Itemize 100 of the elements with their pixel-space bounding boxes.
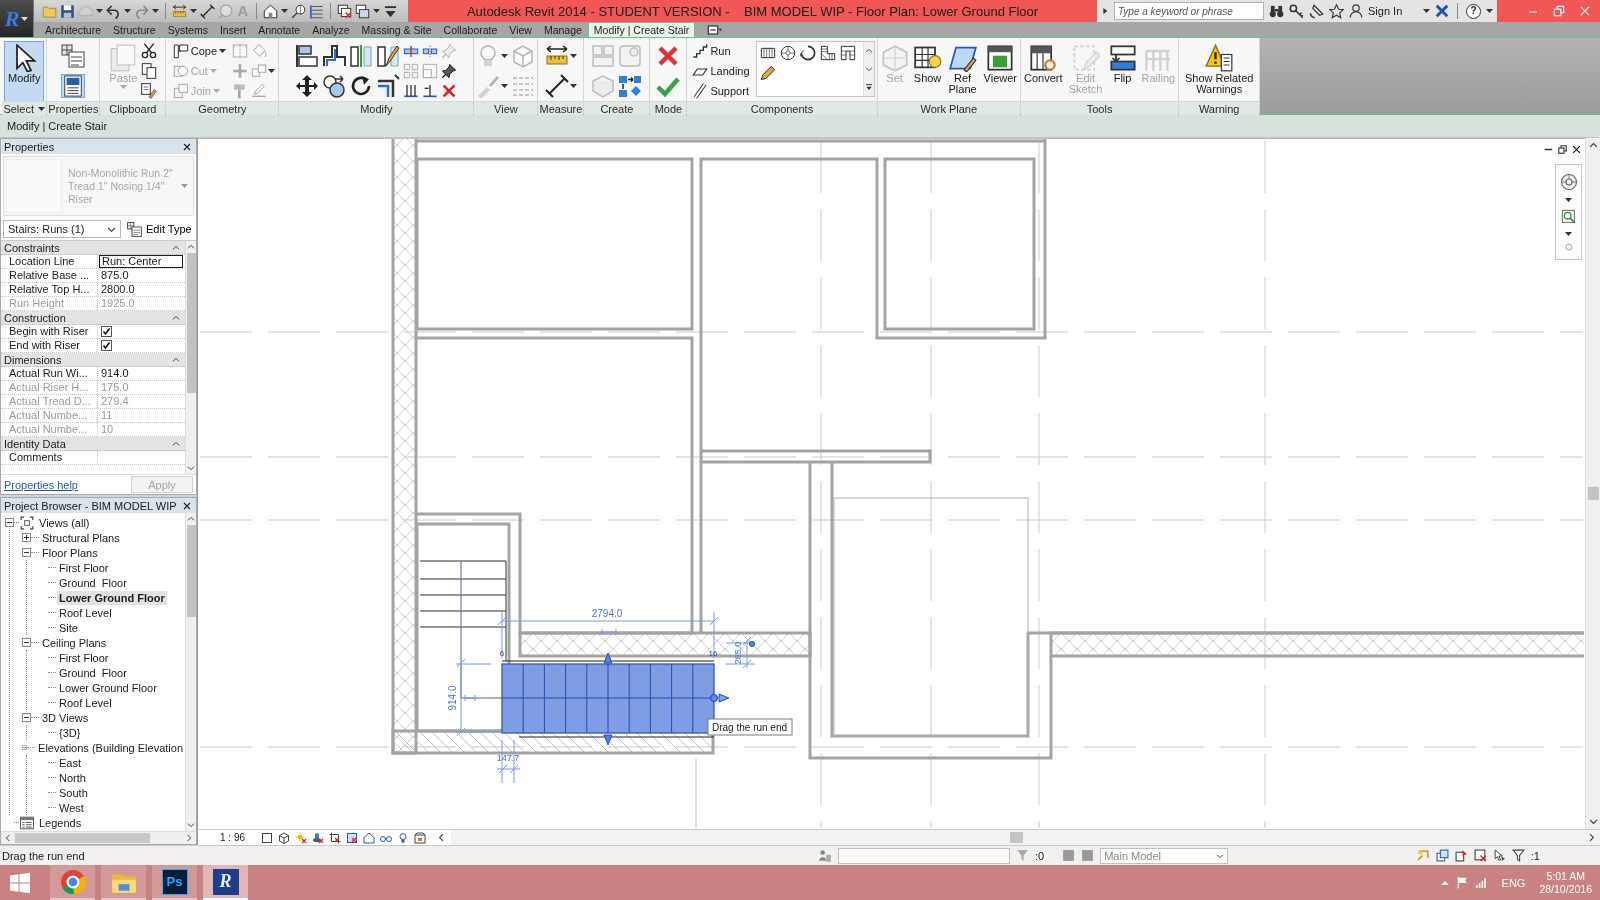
element-filter-dropdown[interactable]: Stairs: Runs (1) [3, 220, 121, 238]
tree-item[interactable]: Ground Floor [57, 665, 129, 680]
crate-icon[interactable] [414, 831, 426, 844]
square-x-icon[interactable] [1473, 849, 1487, 862]
flag-icon[interactable] [1455, 876, 1469, 889]
close-icon[interactable] [183, 142, 191, 151]
caret-icon[interactable] [373, 9, 380, 13]
flag-square-icon[interactable] [1454, 849, 1468, 862]
pencil-icon[interactable] [759, 65, 776, 81]
collapse-toggle-icon[interactable] [5, 518, 14, 527]
tree-item[interactable]: West [57, 800, 86, 815]
expand-toggle-icon[interactable] [22, 533, 31, 542]
scroll-down-icon[interactable] [187, 464, 195, 472]
tree-item[interactable]: First Floor [57, 560, 111, 575]
link-arrow-icon[interactable] [1416, 849, 1430, 862]
tree-item[interactable]: Ceiling Plans [40, 635, 109, 650]
tree-item[interactable]: Structural Plans [40, 530, 122, 545]
straight-stair-icon[interactable] [759, 45, 776, 61]
collapse-icon[interactable] [172, 439, 180, 448]
tree-item[interactable]: Lower Ground Floor [57, 590, 167, 605]
crop-region-icon[interactable] [346, 831, 358, 844]
horizontal-scrollbar[interactable] [451, 830, 1600, 845]
key-icon[interactable] [1289, 3, 1304, 19]
scroll-right-icon[interactable] [1587, 833, 1596, 842]
zoom-icon[interactable] [1560, 208, 1577, 225]
ribbon-tab[interactable]: View [503, 22, 538, 37]
vertical-scrollbar[interactable] [185, 513, 196, 831]
windows-x-icon[interactable] [337, 3, 352, 19]
taskbar-button[interactable]: R [203, 865, 248, 900]
scroll-down-icon[interactable] [1588, 817, 1598, 826]
caret-icon[interactable] [268, 69, 276, 73]
crop-icon[interactable] [329, 831, 341, 844]
ribbon-tab[interactable]: Analyze [306, 22, 356, 37]
vertical-scrollbar[interactable] [185, 241, 196, 474]
ribbon-tab[interactable]: Architecture [39, 22, 108, 37]
taskbar-button[interactable] [50, 865, 95, 900]
scrollbar-thumb[interactable] [15, 833, 150, 843]
collapse-toggle-icon[interactable] [22, 743, 28, 752]
ribbon-button[interactable]: Landing [689, 61, 753, 81]
page-brush-icon[interactable] [141, 83, 158, 99]
dropdown-arrow-icon[interactable] [864, 83, 873, 91]
caret-icon[interactable] [569, 54, 577, 58]
tree-item[interactable]: Legends [37, 815, 84, 830]
form-icon[interactable] [61, 74, 86, 98]
circle-spokes-icon[interactable] [779, 45, 796, 61]
tree-item[interactable]: Elevations (Building Elevation [36, 740, 185, 755]
navigation-bar[interactable] [1555, 164, 1582, 260]
house-icon[interactable] [363, 831, 375, 844]
filter-icon[interactable] [1511, 849, 1525, 862]
checkbox[interactable] [101, 326, 112, 337]
view-close-icon[interactable] [1572, 145, 1581, 154]
split-icon[interactable] [403, 43, 420, 59]
tree-item[interactable]: Roof Level [57, 605, 114, 620]
dropdown-arrow-icon[interactable] [383, 3, 398, 19]
model-dropdown[interactable]: Main Model [1100, 847, 1229, 864]
ribbon-tab[interactable]: Manage [537, 22, 588, 37]
caret-icon[interactable] [190, 9, 197, 13]
thin-lines-icon[interactable] [309, 3, 324, 19]
steering-wheel-icon[interactable] [1559, 172, 1578, 191]
collapse-icon[interactable] [172, 355, 180, 364]
restore-icon[interactable] [1552, 4, 1566, 18]
ribbon-button[interactable]: Viewer [982, 41, 1018, 102]
save-icon[interactable] [60, 3, 75, 19]
tree-item[interactable]: East [57, 755, 83, 770]
ruler-icon[interactable] [544, 44, 569, 68]
tree-item[interactable]: Ground Floor [57, 575, 129, 590]
caret-icon[interactable] [152, 9, 159, 13]
scroll-up-icon[interactable] [864, 47, 873, 55]
collapse-icon[interactable] [172, 243, 180, 252]
start-icon[interactable] [8, 870, 32, 895]
mirror-axis-icon[interactable] [349, 44, 374, 68]
satellite-dish-icon[interactable] [1309, 3, 1324, 19]
person-box-icon[interactable] [818, 848, 832, 863]
star-icon[interactable] [1329, 3, 1344, 19]
scrollbar-thumb[interactable] [186, 525, 196, 617]
house-icon[interactable] [263, 3, 278, 19]
caret-icon[interactable] [124, 9, 131, 13]
caret-icon[interactable] [1565, 232, 1572, 237]
expand-arrow-icon[interactable] [1101, 7, 1109, 15]
search-field[interactable]: Type a keyword or phrase [1114, 2, 1264, 20]
ribbon-button[interactable]: Support [689, 81, 753, 101]
property-group-header[interactable]: Constraints [1, 241, 185, 255]
run-end-handle-icon[interactable] [710, 693, 730, 703]
tree-item[interactable]: Views (all) [37, 515, 92, 530]
ribbon-button[interactable]: Cope [169, 41, 230, 61]
help-icon[interactable]: ? [1466, 3, 1481, 19]
circle-line-icon[interactable] [291, 3, 306, 19]
corner-lines-icon[interactable] [376, 74, 401, 98]
copy-icon[interactable] [141, 63, 158, 79]
ribbon-tab[interactable]: Collaborate [437, 22, 504, 37]
scroll-up-icon[interactable] [1588, 141, 1598, 150]
scrollbar-thumb[interactable] [186, 253, 196, 393]
collapse-toggle-icon[interactable] [22, 548, 31, 557]
vertical-scrollbar[interactable] [1585, 138, 1600, 829]
dimension-icon[interactable] [200, 3, 215, 19]
scroll-up-icon[interactable] [187, 515, 195, 523]
view-scale[interactable]: 1 : 96 [220, 832, 256, 843]
stair-type-gallery[interactable] [755, 41, 875, 97]
caret-icon[interactable] [1486, 9, 1493, 13]
caret-icon[interactable] [501, 84, 509, 88]
